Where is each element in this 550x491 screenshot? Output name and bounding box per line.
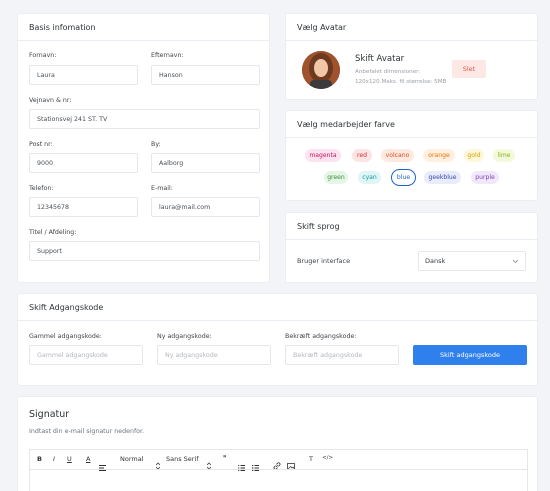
language-selected-value: Dansk <box>425 257 446 265</box>
avatar[interactable] <box>302 51 340 89</box>
signature-title: Signatur <box>29 409 70 420</box>
titel-label: Titel / Afdeling: <box>29 229 77 236</box>
color-chip-orange[interactable]: orange <box>423 149 455 162</box>
heading-select[interactable]: Normal <box>120 455 144 463</box>
editor-toolbar: B I U A Normal Sans Serif ❞ T </> <box>29 449 528 472</box>
color-chip-green[interactable]: green <box>324 171 348 184</box>
color-chip-lime[interactable]: lime <box>493 149 515 162</box>
efternavn-field[interactable]: Hanson <box>151 65 260 85</box>
telefon-label: Telefon: <box>29 185 54 192</box>
postnr-field[interactable]: 9000 <box>29 153 138 173</box>
bold-button[interactable]: B <box>37 455 42 463</box>
color-card: Vælg medarbejder farve magenta red volcano… <box>285 110 538 201</box>
color-chip-blue[interactable]: blue <box>391 169 416 186</box>
clear-format-button[interactable]: T <box>309 455 313 463</box>
vejnavn-label: Vejnavn & nr: <box>29 97 72 104</box>
old-password-label: Gammel adgangskode: <box>29 333 102 340</box>
efternavn-label: Efternavn: <box>151 52 184 59</box>
color-chip-cyan[interactable]: cyan <box>358 171 381 184</box>
email-field[interactable]: laura@mail.com <box>151 197 260 217</box>
change-password-button[interactable]: Skift adgangskode <box>413 345 527 365</box>
heading-select-value: Normal <box>120 455 144 463</box>
color-chip-red[interactable]: red <box>352 149 372 162</box>
signature-editor[interactable] <box>29 469 528 491</box>
old-password-field[interactable]: Gammel adgangskode <box>29 345 143 365</box>
fornavn-field[interactable]: Laura <box>29 65 138 85</box>
text-color-button[interactable]: A <box>86 455 90 463</box>
avatar-hint-dimensions: Anbefalet dimensioner: <box>355 69 421 75</box>
basis-info-card: Basis infomation Fornavn: Laura Efternav… <box>17 13 270 283</box>
postnr-label: Post nr: <box>29 141 53 148</box>
avatar-photo-icon <box>302 51 340 89</box>
avatar-heading: Skift Avatar <box>355 54 405 64</box>
new-password-label: Ny adgangskode: <box>157 333 212 340</box>
language-card: Skift sprog Bruger interface Dansk <box>285 212 538 283</box>
new-password-field[interactable]: Ny adgangskode <box>157 345 271 365</box>
signature-hint: Indtast din e-mail signatur nedenfor. <box>29 428 145 435</box>
chevron-down-icon <box>512 259 519 263</box>
language-select[interactable]: Dansk <box>418 251 526 271</box>
language-label: Bruger interface <box>297 257 351 265</box>
vejnavn-field[interactable]: Stationsvej 241 ST. TV <box>29 109 260 129</box>
quote-button[interactable]: ❞ <box>223 454 227 462</box>
by-field[interactable]: Aalborg <box>151 153 260 173</box>
color-chip-geekblue[interactable]: geekblue <box>424 171 461 184</box>
color-chip-magenta[interactable]: magenta <box>305 149 341 162</box>
color-chip-volcano[interactable]: volcano <box>381 149 414 162</box>
email-label: E-mail: <box>151 185 173 192</box>
delete-avatar-button[interactable]: Slet <box>452 60 486 78</box>
code-button[interactable]: </> <box>322 455 333 461</box>
avatar-card: Vælg Avatar Skift Avatar Anbefalet dimen… <box>285 13 538 100</box>
language-title: Skift sprog <box>286 213 537 240</box>
password-card: Skift Adgangskode Gammel adgangskode: Ga… <box>17 293 538 386</box>
avatar-title: Vælg Avatar <box>286 14 537 41</box>
password-title: Skift Adgangskode <box>18 294 537 321</box>
confirm-password-field[interactable]: Bekræft adgangskode <box>285 345 399 365</box>
confirm-password-label: Bekræft adgangskode: <box>285 333 357 340</box>
color-title: Vælg medarbejder farve <box>286 111 537 138</box>
telefon-field[interactable]: 12345678 <box>29 197 138 217</box>
font-select[interactable]: Sans Serif <box>166 455 199 463</box>
color-chip-purple[interactable]: purple <box>471 171 499 184</box>
titel-field[interactable]: Support <box>29 241 260 261</box>
italic-button[interactable]: I <box>53 455 55 463</box>
underline-button[interactable]: U <box>67 455 72 463</box>
fornavn-label: Fornavn: <box>29 52 57 59</box>
color-chip-gold[interactable]: gold <box>464 149 484 162</box>
basis-info-title: Basis infomation <box>18 14 269 41</box>
font-select-value: Sans Serif <box>166 455 199 463</box>
signature-card: Signatur Indtast din e-mail signatur ned… <box>17 396 538 491</box>
by-label: By: <box>151 141 161 148</box>
avatar-hint-size: 120x120.Maks. fil størrelse: 5MB <box>355 79 447 85</box>
